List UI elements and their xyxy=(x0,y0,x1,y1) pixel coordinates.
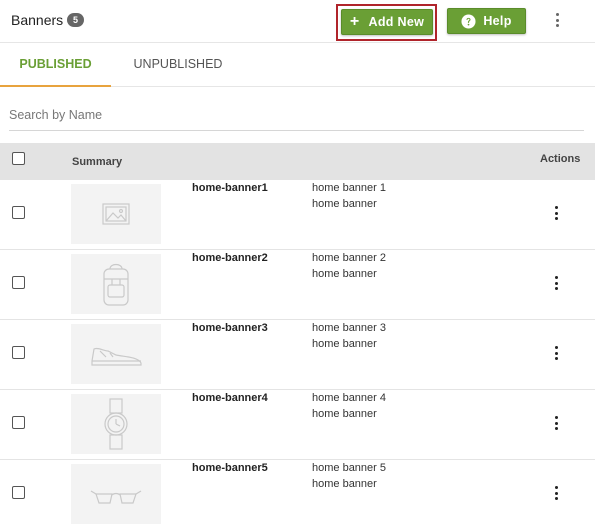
banner-group: home banner xyxy=(312,338,377,350)
banner-title: home banner 4 xyxy=(312,392,386,404)
table-header: Summary Actions xyxy=(0,143,595,180)
help-button[interactable]: Help xyxy=(447,8,526,34)
tab-unpublished[interactable]: UNPUBLISHED xyxy=(118,43,238,87)
banner-group: home banner xyxy=(312,408,377,420)
banner-list: home-banner1 home banner 1 home banner h… xyxy=(0,180,595,525)
wristwatch-icon xyxy=(104,398,128,450)
banner-name: home-banner5 xyxy=(192,462,268,474)
row-actions-icon[interactable] xyxy=(552,483,560,503)
table-row: home-banner1 home banner 1 home banner xyxy=(0,180,595,250)
page-title: Banners xyxy=(11,12,64,28)
banner-name: home-banner4 xyxy=(192,392,268,404)
row-actions-icon[interactable] xyxy=(552,343,560,363)
banner-name: home-banner3 xyxy=(192,322,268,334)
tab-bar: PUBLISHED UNPUBLISHED xyxy=(0,43,595,87)
banner-thumbnail xyxy=(71,464,161,524)
count-badge: 5 xyxy=(67,13,84,27)
row-actions-icon[interactable] xyxy=(552,413,560,433)
banner-thumbnail xyxy=(71,184,161,244)
row-checkbox[interactable] xyxy=(12,276,25,289)
banner-thumbnail xyxy=(71,254,161,314)
sunglasses-icon xyxy=(90,490,142,504)
banner-title: home banner 2 xyxy=(312,252,386,264)
more-options-icon[interactable] xyxy=(553,10,561,30)
banner-name: home-banner1 xyxy=(192,182,268,194)
row-checkbox[interactable] xyxy=(12,346,25,359)
row-actions-icon[interactable] xyxy=(552,273,560,293)
row-checkbox[interactable] xyxy=(12,416,25,429)
backpack-icon xyxy=(103,263,129,306)
tab-published[interactable]: PUBLISHED xyxy=(0,43,111,87)
banner-group: home banner xyxy=(312,198,377,210)
add-new-label: Add New xyxy=(368,15,425,29)
search-input[interactable] xyxy=(9,99,584,131)
banner-name: home-banner2 xyxy=(192,252,268,264)
question-circle-icon xyxy=(461,13,476,29)
summary-column-header: Summary xyxy=(72,156,123,168)
row-checkbox[interactable] xyxy=(12,206,25,219)
add-new-button[interactable]: + Add New xyxy=(341,9,433,35)
table-row: home-banner5 home banner 5 home banner xyxy=(0,460,595,525)
banner-title: home banner 3 xyxy=(312,322,386,334)
banner-group: home banner xyxy=(312,268,377,280)
table-row: home-banner4 home banner 4 home banner xyxy=(0,390,595,460)
banner-title: home banner 1 xyxy=(312,182,386,194)
banner-title: home banner 5 xyxy=(312,462,386,474)
row-actions-icon[interactable] xyxy=(552,203,560,223)
actions-column-header: Actions xyxy=(540,153,581,165)
picture-icon xyxy=(102,203,130,225)
page-header: Banners 5 + Add New Help xyxy=(0,0,595,43)
banner-group: home banner xyxy=(312,478,377,490)
select-all-checkbox[interactable] xyxy=(12,152,25,165)
table-row: home-banner3 home banner 3 home banner xyxy=(0,320,595,390)
plus-icon: + xyxy=(349,13,360,30)
banner-thumbnail xyxy=(71,324,161,384)
table-row: home-banner2 home banner 2 home banner xyxy=(0,250,595,320)
help-label: Help xyxy=(483,14,512,28)
banner-thumbnail xyxy=(71,394,161,454)
sneaker-icon xyxy=(91,347,142,366)
row-checkbox[interactable] xyxy=(12,486,25,499)
